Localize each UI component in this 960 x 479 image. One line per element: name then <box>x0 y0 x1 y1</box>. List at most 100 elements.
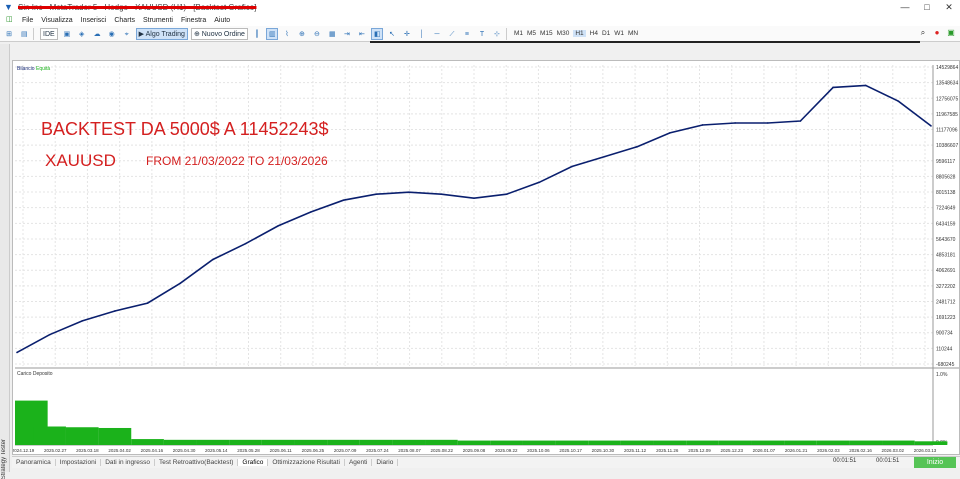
grid-icon[interactable]: ▦ <box>326 28 338 40</box>
x-tick-label: 2026.03.13 <box>914 448 937 453</box>
trendline-icon[interactable]: ⟋ <box>446 28 458 40</box>
deposit-bar <box>784 440 817 445</box>
balance-point <box>897 100 900 103</box>
toolbar-separator <box>33 27 34 40</box>
start-button[interactable]: Inizio <box>914 457 956 468</box>
x-tick-label: 2025.07.09 <box>334 448 357 453</box>
zoom-in-icon[interactable]: ⊕ <box>296 28 308 40</box>
ide-button[interactable]: IDE <box>40 27 58 40</box>
maximize-button[interactable]: □ <box>916 0 938 14</box>
menu-file[interactable]: File <box>22 17 33 24</box>
overlay-symbol: XAUUSD <box>45 151 116 170</box>
tester-tabs: Panoramica Impostazioni Dati in ingresso… <box>12 456 960 468</box>
balance-point <box>832 86 834 89</box>
close-button[interactable]: ✕ <box>938 0 960 14</box>
deposit-tick-max: 1.0% <box>936 372 948 378</box>
menu-view[interactable]: Visualizza <box>41 17 72 24</box>
timeframe-d1[interactable]: D1 <box>602 30 610 37</box>
shapes-icon[interactable]: ⊹ <box>491 28 503 40</box>
bar-chart-icon[interactable]: ┃ <box>251 28 263 40</box>
deposit-bar <box>327 439 360 445</box>
deposit-bar <box>751 440 785 445</box>
deposit-bar <box>131 439 164 445</box>
balance-point <box>81 320 84 322</box>
menu-window[interactable]: Finestra <box>181 17 206 24</box>
new-chart-icon[interactable]: ⊞ <box>3 28 15 40</box>
balance-point <box>473 197 475 199</box>
signals-icon[interactable]: ◉ <box>106 28 118 40</box>
balance-point <box>571 165 573 168</box>
vertical-line-icon[interactable]: │ <box>416 28 428 40</box>
deposit-bar <box>490 440 523 445</box>
market-icon[interactable]: ◈ <box>76 28 88 40</box>
timeframe-h1[interactable]: H1 <box>573 30 586 37</box>
tab-backtest[interactable]: Test Retroattivo(Backtest) <box>155 459 239 466</box>
timeframe-m30[interactable]: M30 <box>557 30 570 37</box>
x-tick-label: 2025.08.07 <box>398 448 421 453</box>
timeframe-w1[interactable]: W1 <box>614 30 624 37</box>
cloud-icon[interactable]: ☁ <box>91 28 103 40</box>
lock-icon[interactable]: ▣ <box>61 28 73 40</box>
candlestick-icon[interactable]: ▥ <box>265 27 278 40</box>
horizontal-line-icon[interactable]: ─ <box>431 28 443 40</box>
chart-scrollbar[interactable] <box>370 41 920 43</box>
balance-point <box>407 191 410 194</box>
account-icon[interactable]: ▣ <box>946 28 956 38</box>
x-tick-label: 2025.06.25 <box>302 448 325 453</box>
deposit-bar <box>555 440 589 445</box>
shift-chart-icon[interactable]: ⇤ <box>356 28 368 40</box>
deposit-label: Carico Deposito <box>17 371 53 377</box>
deposit-bar <box>392 439 426 445</box>
overlay-date-range: FROM 21/03/2022 TO 21/03/2026 <box>146 154 328 168</box>
balance-point <box>48 333 51 336</box>
algo-trading-button[interactable]: ▶ Algo Trading <box>135 27 188 40</box>
toolbar-right-icons: ⌕ ● ▣ <box>914 28 956 38</box>
y-tick-label: 13548634 <box>936 81 958 87</box>
timeframe-m15[interactable]: M15 <box>540 30 553 37</box>
balance-point <box>701 124 704 126</box>
tab-settings[interactable]: Impostazioni <box>56 459 102 466</box>
backtest-chart-panel: 14529864 13548634 12756075 11967585 11177096… <box>12 60 960 455</box>
timeframe-m1[interactable]: M1 <box>514 30 523 37</box>
balance-point <box>864 84 867 87</box>
timeframe-m5[interactable]: M5 <box>527 30 536 37</box>
zoom-out-icon[interactable]: ⊖ <box>311 28 323 40</box>
balance-point <box>766 122 769 124</box>
tab-graph[interactable]: Grafico <box>238 459 269 466</box>
search-icon[interactable]: ⌕ <box>918 28 928 38</box>
tab-agents[interactable]: Agenti <box>345 459 373 466</box>
timeframe-mn[interactable]: MN <box>628 30 638 37</box>
channel-icon[interactable]: ≡ <box>461 28 473 40</box>
menu-charts[interactable]: Charts <box>114 17 135 24</box>
deposit-bar <box>914 441 948 445</box>
tab-optimization[interactable]: Ottimizzazione Risultati <box>268 459 345 466</box>
menu-tools[interactable]: Strumenti <box>143 17 173 24</box>
timeframe-h4[interactable]: H4 <box>590 30 598 37</box>
autoscroll-icon[interactable]: ⇥ <box>341 28 353 40</box>
balance-point <box>146 302 149 304</box>
notification-icon[interactable]: ● <box>932 28 942 38</box>
deposit-bar <box>163 439 197 445</box>
tab-overview[interactable]: Panoramica <box>12 459 56 466</box>
cursor-icon[interactable]: ↖ <box>386 28 398 40</box>
deposit-bar <box>522 440 556 445</box>
text-tool-icon[interactable]: T <box>476 28 488 40</box>
x-tick-label: 2025.12.23 <box>720 448 743 453</box>
profiles-icon[interactable]: ▤ <box>18 28 30 40</box>
title-bar: ▼ Sin Inc - MetaTrader 5 - Hedge - XAUUS… <box>0 0 960 14</box>
line-chart-icon[interactable]: ⌇ <box>281 28 293 40</box>
new-order-label: Nuovo Ordine <box>201 30 245 38</box>
menu-insert[interactable]: Inserisci <box>81 17 107 24</box>
tab-inputs[interactable]: Dati in ingresso <box>101 459 155 466</box>
minimize-button[interactable]: — <box>894 0 916 14</box>
crosshair-icon[interactable]: ✛ <box>401 28 413 40</box>
y-tick-label: 900734 <box>936 331 953 337</box>
tester-icon[interactable]: ⌖ <box>121 28 133 40</box>
app-icon: ▼ <box>4 2 13 12</box>
menu-help[interactable]: Aiuto <box>214 17 230 24</box>
screenshot-icon[interactable]: ◧ <box>370 27 383 40</box>
new-order-button[interactable]: ⊕ Nuovo Ordine <box>190 27 248 40</box>
tab-journal[interactable]: Diario <box>372 459 399 466</box>
balance-point <box>375 193 377 196</box>
x-tick-label: 2025.09.22 <box>495 448 518 453</box>
